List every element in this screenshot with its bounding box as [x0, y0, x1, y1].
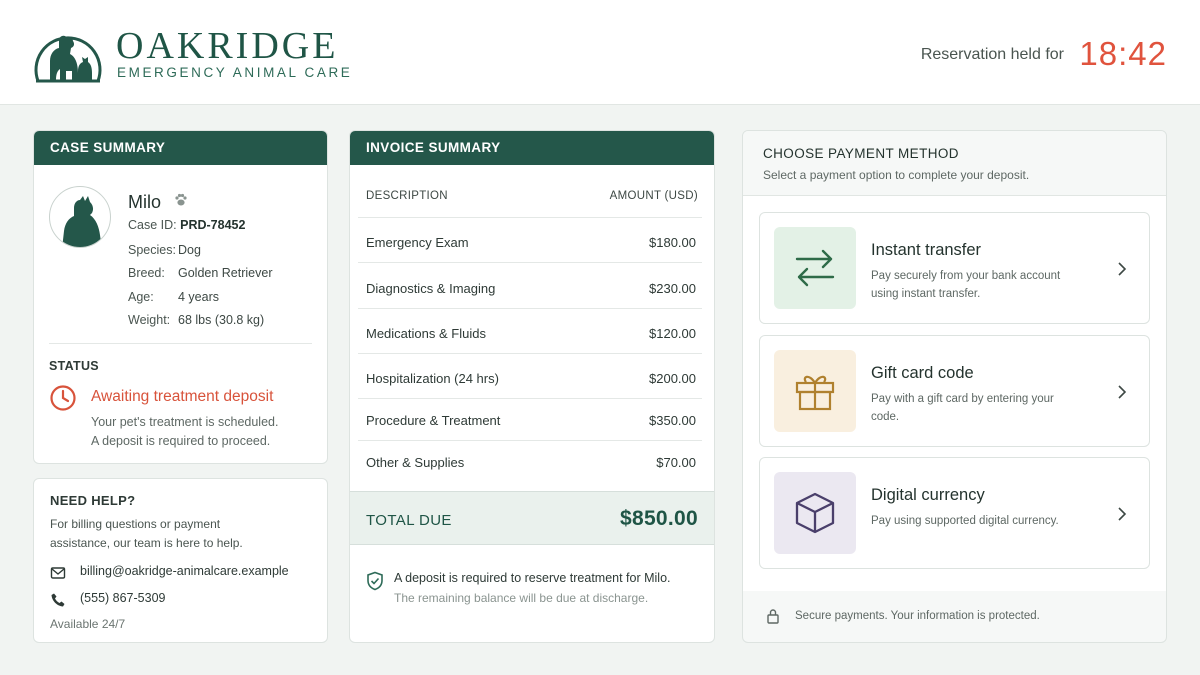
digital-currency-title: Digital currency	[871, 486, 985, 504]
invoice-column-headers: DESCRIPTION AMOUNT (USD)	[358, 165, 702, 218]
instant-transfer-icon-box	[774, 227, 856, 309]
mail-icon	[50, 567, 66, 579]
instant-transfer-option[interactable]: Instant transfer Pay securely from your …	[759, 212, 1150, 324]
col-description: DESCRIPTION	[366, 190, 448, 202]
digital-currency-icon-box	[774, 472, 856, 554]
invoice-row: Diagnostics & Imaging $230.00	[358, 264, 702, 309]
weight-value: 68 lbs (30.8 kg)	[178, 313, 265, 327]
total-due-label: TOTAL DUE	[366, 512, 452, 529]
payment-subtitle: Select a payment option to complete your…	[763, 168, 1030, 182]
help-title: NEED HELP?	[50, 493, 136, 508]
brand-name: OAKRIDGE	[116, 25, 339, 67]
gift-card-title: Gift card code	[871, 364, 974, 382]
balance-note: The remaining balance will be due at dis…	[394, 591, 649, 605]
invoice-row: Medications & Fluids $120.00	[358, 309, 702, 354]
clock-icon	[50, 385, 76, 411]
help-email: billing@oakridge-animalcare.example	[80, 564, 289, 578]
shield-check-icon	[367, 571, 383, 591]
paw-icon	[175, 193, 187, 206]
chevron-right-icon	[1118, 385, 1127, 399]
cube-icon	[795, 492, 835, 534]
chevron-right-icon	[1118, 262, 1127, 276]
case-summary-card: CASE SUMMARY Milo Case ID: PRD-78452 Spe…	[33, 130, 328, 464]
gift-icon	[795, 375, 835, 411]
help-phone: (555) 867-5309	[80, 591, 166, 605]
payment-options: Instant transfer Pay securely from your …	[743, 196, 1166, 591]
chevron-right-icon	[1118, 507, 1127, 521]
gift-card-description: Pay with a gift card by entering your co…	[871, 393, 1054, 423]
pet-logo-icon	[34, 35, 102, 83]
help-availability: Available 24/7	[50, 617, 126, 631]
invoice-row: Hospitalization (24 hrs) $200.00	[358, 354, 702, 399]
invoice-summary-header: INVOICE SUMMARY	[350, 131, 714, 165]
total-due-amount: $850.00	[619, 507, 698, 530]
digital-currency-description: Pay using supported digital currency.	[871, 515, 1059, 527]
status-description: Your pet's treatment is scheduled. A dep…	[91, 415, 279, 448]
gift-card-icon-box	[774, 350, 856, 432]
instant-transfer-title: Instant transfer	[871, 241, 982, 259]
digital-currency-option[interactable]: Digital currency Pay using supported dig…	[759, 457, 1150, 569]
case-summary-header: CASE SUMMARY	[34, 131, 327, 165]
gift-card-option[interactable]: Gift card code Pay with a gift card by e…	[759, 335, 1150, 447]
species-row: Species: Dog	[128, 243, 201, 257]
dog-silhouette-icon	[62, 196, 102, 247]
reservation-timer: 18:42	[1079, 35, 1167, 72]
transfer-arrows-icon	[795, 249, 835, 287]
weight-row: Weight: 68 lbs (30.8 kg)	[128, 313, 265, 327]
invoice-row: Procedure & Treatment $350.00	[358, 396, 702, 441]
invoice-summary-card: INVOICE SUMMARY DESCRIPTION AMOUNT (USD)…	[349, 130, 715, 643]
invoice-row: Emergency Exam $180.00	[358, 218, 702, 263]
brand-tagline: EMERGENCY ANIMAL CARE	[117, 65, 353, 80]
payment-header: CHOOSE PAYMENT METHOD Select a payment o…	[743, 131, 1166, 196]
divider	[49, 343, 312, 344]
age-value: 4 years	[178, 290, 219, 304]
pet-avatar	[49, 186, 111, 248]
total-due-row: TOTAL DUE $850.00	[350, 491, 714, 545]
phone-icon	[51, 593, 65, 607]
help-description: For billing questions or payment assista…	[50, 517, 243, 550]
deposit-note: A deposit is required to reserve treatme…	[394, 571, 671, 585]
species-value: Dog	[178, 243, 201, 257]
status-title: Awaiting treatment deposit	[91, 388, 274, 405]
payment-title: CHOOSE PAYMENT METHOD	[763, 146, 959, 161]
case-id: Case ID: PRD-78452	[128, 218, 246, 232]
breed-value: Golden Retriever	[178, 266, 273, 280]
page-header: OAKRIDGE EMERGENCY ANIMAL CARE Reservati…	[0, 0, 1200, 105]
case-id-value: PRD-78452	[180, 218, 246, 232]
pet-name: Milo	[128, 192, 162, 212]
status-label: STATUS	[49, 359, 99, 373]
col-amount: AMOUNT (USD)	[609, 190, 698, 202]
breed-row: Breed: Golden Retriever	[128, 266, 273, 280]
reservation-label: Reservation held for	[920, 46, 1064, 63]
invoice-row: Other & Supplies $70.00	[366, 455, 696, 470]
age-row: Age: 4 years	[128, 290, 219, 304]
lock-icon	[767, 609, 779, 624]
instant-transfer-description: Pay securely from your bank account usin…	[871, 270, 1061, 300]
help-card: NEED HELP? For billing questions or paym…	[33, 478, 328, 643]
payment-method-card: CHOOSE PAYMENT METHOD Select a payment o…	[742, 130, 1167, 643]
secure-payment-note: Secure payments. Your information is pro…	[795, 610, 1040, 622]
